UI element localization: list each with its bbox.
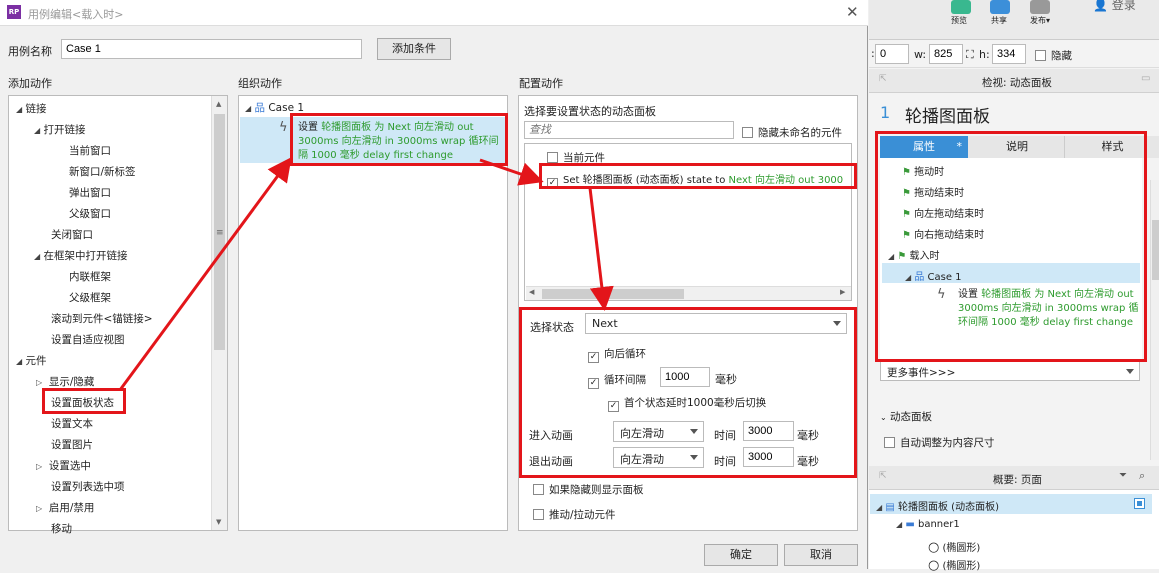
login-button[interactable]: 👤 登录 <box>1093 0 1136 13</box>
preview-label: 预览 <box>951 16 967 25</box>
dock-icon[interactable]: ▭ <box>1141 73 1150 84</box>
expand-triangle-icon: ◢ <box>896 520 903 529</box>
share-label: 共享 <box>991 16 1007 25</box>
auto-size-checkbox[interactable]: 自动调整为内容尺寸 <box>884 435 995 450</box>
w-label: w: <box>914 48 927 61</box>
collapse-icon[interactable]: ⇱ <box>879 471 887 481</box>
arrow-to-state-config <box>588 187 614 311</box>
highlight-events <box>875 131 1147 362</box>
outline-header: ⇱ 概要: 页面 ⏷ ⌕ <box>869 466 1159 490</box>
h-input[interactable] <box>992 44 1026 64</box>
outline-visibility-icon[interactable] <box>1134 498 1145 509</box>
chevron-down-icon <box>1126 369 1134 374</box>
x-input[interactable] <box>875 44 909 64</box>
collapse-icon[interactable]: ⇱ <box>879 74 887 84</box>
more-events-dropdown[interactable]: 更多事件>>> <box>880 361 1140 381</box>
widget-name[interactable]: 轮播图面板 <box>905 102 990 127</box>
h-label: h: <box>979 48 990 61</box>
publish-icon[interactable] <box>1030 0 1050 14</box>
inspector-header: ⇱ 检视: 动态面板 ▭ <box>869 69 1159 93</box>
expand-triangle-icon: ◢ <box>876 503 883 512</box>
arrow-to-organize <box>118 157 292 391</box>
share-icon[interactable] <box>990 0 1010 14</box>
annotation-arrows <box>118 157 614 391</box>
filter-icon[interactable]: ⏷ <box>1119 470 1127 481</box>
arrow-to-panel-item <box>479 158 544 186</box>
state-icon: ▬ <box>905 519 915 530</box>
chevron-down-icon: ⌄ <box>880 413 887 422</box>
inspector-title: 检视: 动态面板 <box>982 77 1052 89</box>
dp-section-header[interactable]: ⌄ 动态面板 <box>880 409 932 424</box>
outline-item-ellipse-2[interactable]: ○ (椭圆形) <box>928 557 980 573</box>
user-icon: 👤 <box>1093 0 1108 12</box>
widget-number: 1 <box>880 103 891 122</box>
lock-ratio-icon[interactable]: ⛶ <box>966 48 974 62</box>
publish-label: 发布▾ <box>1030 16 1051 25</box>
outline-item-ellipse[interactable]: ○ (椭圆形) <box>928 539 980 555</box>
preview-icon[interactable] <box>951 0 971 14</box>
inspector-scrollbar[interactable] <box>1150 180 1159 460</box>
w-input[interactable] <box>929 44 963 64</box>
outline-item-carousel: ◢ ▤ 轮播图面板 (动态面板) <box>876 502 999 513</box>
top-toolbar: 预览 共享 发布▾ 👤 登录 <box>869 0 1159 40</box>
dynamic-panel-icon: ▤ <box>885 502 895 513</box>
outline-item-banner1[interactable]: ◢ ▬ banner1 <box>896 519 960 530</box>
search-icon[interactable]: ⌕ <box>1139 469 1145 483</box>
hide-checkbox[interactable]: 隐藏 <box>1035 48 1072 63</box>
ellipse-icon: ○ <box>928 540 940 555</box>
geometry-bar: : w: ⛶ h: 隐藏 <box>869 40 1159 68</box>
ellipse-icon: ○ <box>928 558 940 573</box>
outline-title: 概要: 页面 <box>993 474 1042 486</box>
